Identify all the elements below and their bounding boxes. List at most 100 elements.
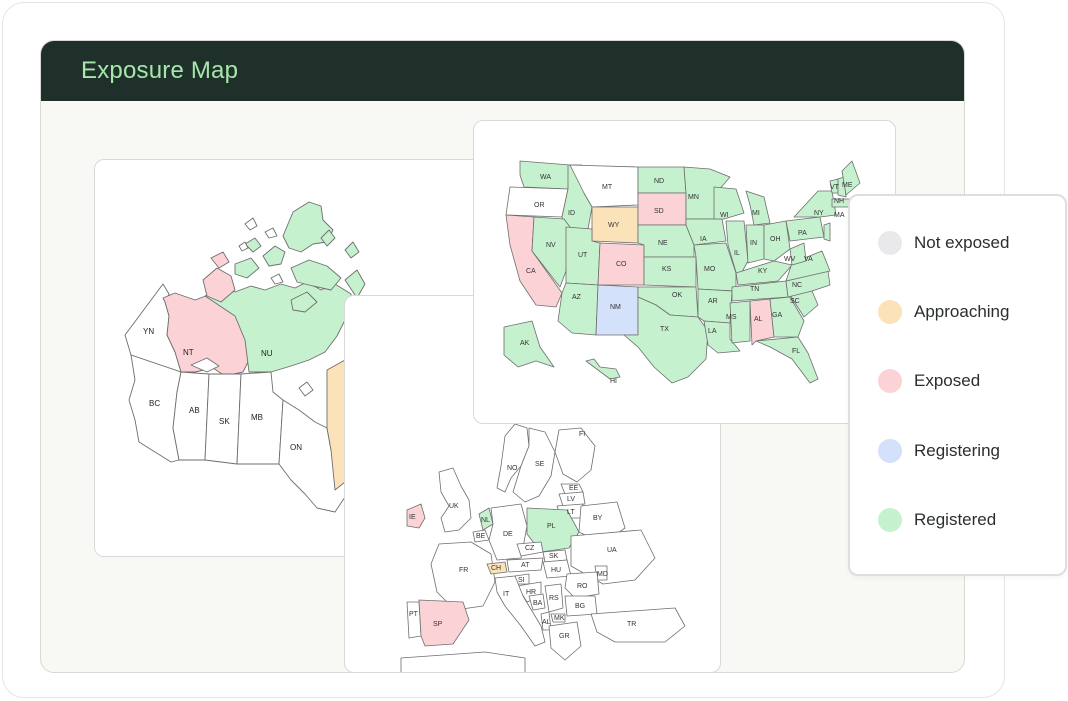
usa-label: ME: [842, 182, 853, 189]
status-dot: [878, 369, 902, 393]
europe-label: MK: [554, 615, 565, 622]
usa-label: VT: [830, 184, 840, 191]
legend-item-approaching: Approaching: [878, 297, 1009, 327]
usa-label: MS: [726, 314, 737, 321]
usa-label: TX: [660, 326, 669, 333]
country-tr: [590, 607, 686, 643]
europe-label: FI: [579, 431, 585, 438]
europe-label: UK: [449, 503, 459, 510]
europe-label: RS: [549, 595, 559, 602]
legend-panel: Not exposed Approaching Exposed Register…: [848, 194, 1067, 576]
europe-label: FR: [459, 567, 468, 574]
usa-label: HI: [610, 378, 617, 385]
europe-label: NO: [507, 465, 518, 472]
europe-label: NL: [481, 517, 490, 524]
country-pt: [406, 601, 422, 639]
region-ab: [172, 371, 210, 461]
country-uk: [438, 467, 472, 533]
europe-label: EE: [569, 485, 579, 492]
europe-label: BY: [593, 515, 603, 522]
usa-label: UT: [578, 252, 588, 259]
europe-label: BE: [476, 533, 486, 540]
usa-label: MO: [704, 266, 716, 273]
canada-label: YN: [143, 327, 154, 336]
europe-label: CZ: [525, 545, 535, 552]
state-pa: [785, 216, 825, 242]
europe-label: AL: [542, 619, 551, 626]
usa-label: NC: [792, 282, 802, 289]
usa-label: NY: [814, 210, 824, 217]
usa-label: WY: [608, 222, 620, 229]
usa-label: OH: [770, 236, 781, 243]
europe-label: IT: [503, 591, 510, 598]
europe-label: HR: [526, 589, 536, 596]
usa-label: WA: [540, 174, 551, 181]
legend-label: Exposed: [914, 371, 981, 390]
europe-label: SK: [549, 553, 559, 560]
europe-label: PL: [547, 523, 556, 530]
usa-label: GA: [772, 312, 782, 319]
europe-label: LT: [567, 509, 575, 516]
legend-label: Registering: [914, 441, 1000, 460]
europe-label: BA: [533, 600, 543, 607]
usa-label: AL: [754, 316, 763, 323]
usa-label: IL: [734, 250, 740, 257]
usa-label: TN: [750, 286, 759, 293]
usa-label: IA: [700, 236, 707, 243]
usa-label: CO: [616, 261, 627, 268]
state-nj: [823, 222, 831, 242]
legend-label: Registered: [914, 510, 997, 529]
usa-label: OK: [672, 292, 682, 299]
canada-label: SK: [219, 417, 230, 426]
usa-label: OR: [534, 202, 545, 209]
state-az: [557, 282, 599, 336]
usa-label: KY: [758, 268, 768, 275]
legend-label: Not exposed: [914, 233, 1010, 252]
usa-label: MN: [688, 194, 699, 201]
europe-label: AT: [521, 562, 530, 569]
usa-map-card[interactable]: WA MT ND MN OR ID WY SD WI MI NE IA NV U…: [473, 120, 896, 424]
usa-label: MI: [752, 210, 760, 217]
state-fl: [755, 336, 819, 384]
region-bc: [128, 354, 182, 463]
europe-label: LV: [567, 496, 575, 503]
usa-label: SC: [790, 298, 800, 305]
europe-label: PT: [409, 611, 419, 618]
usa-label: MT: [602, 184, 613, 191]
europe-label: UA: [607, 547, 617, 554]
canada-label: NU: [261, 349, 273, 358]
europe-label: RO: [577, 583, 588, 590]
usa-label: AR: [708, 298, 718, 305]
usa-label: NM: [610, 304, 621, 311]
page-title: Exposure Map: [81, 57, 239, 84]
status-dot: [878, 508, 902, 532]
europe-label: DE: [503, 531, 513, 538]
usa-label: LA: [708, 328, 717, 335]
canada-label: AB: [189, 406, 200, 415]
usa-label: NH: [834, 198, 844, 205]
usa-label: SD: [654, 208, 664, 215]
usa-label: MA: [834, 212, 845, 219]
europe-label: CH: [491, 565, 501, 572]
usa-label: PA: [798, 230, 807, 237]
europe-label: SP: [433, 621, 443, 628]
usa-label: AZ: [572, 294, 582, 301]
status-dot: [878, 439, 902, 463]
usa-label: VA: [804, 256, 813, 263]
europe-label: SI: [518, 577, 525, 584]
usa-label: KS: [662, 266, 672, 273]
canada-label: NT: [183, 348, 194, 357]
usa-label: FL: [792, 348, 800, 355]
state-ms: [729, 300, 751, 344]
legend-item-not-exposed: Not exposed: [878, 228, 1009, 258]
status-dot: [878, 300, 902, 324]
canada-label: ON: [290, 443, 302, 452]
usa-label: WI: [720, 212, 729, 219]
usa-label: ND: [654, 178, 664, 185]
canada-label: MB: [251, 413, 263, 422]
canada-label: BC: [149, 399, 160, 408]
usa-label: IN: [750, 240, 757, 247]
usa-label: AK: [520, 340, 530, 347]
europe-label: BG: [575, 603, 585, 610]
country-fi: [554, 427, 596, 483]
